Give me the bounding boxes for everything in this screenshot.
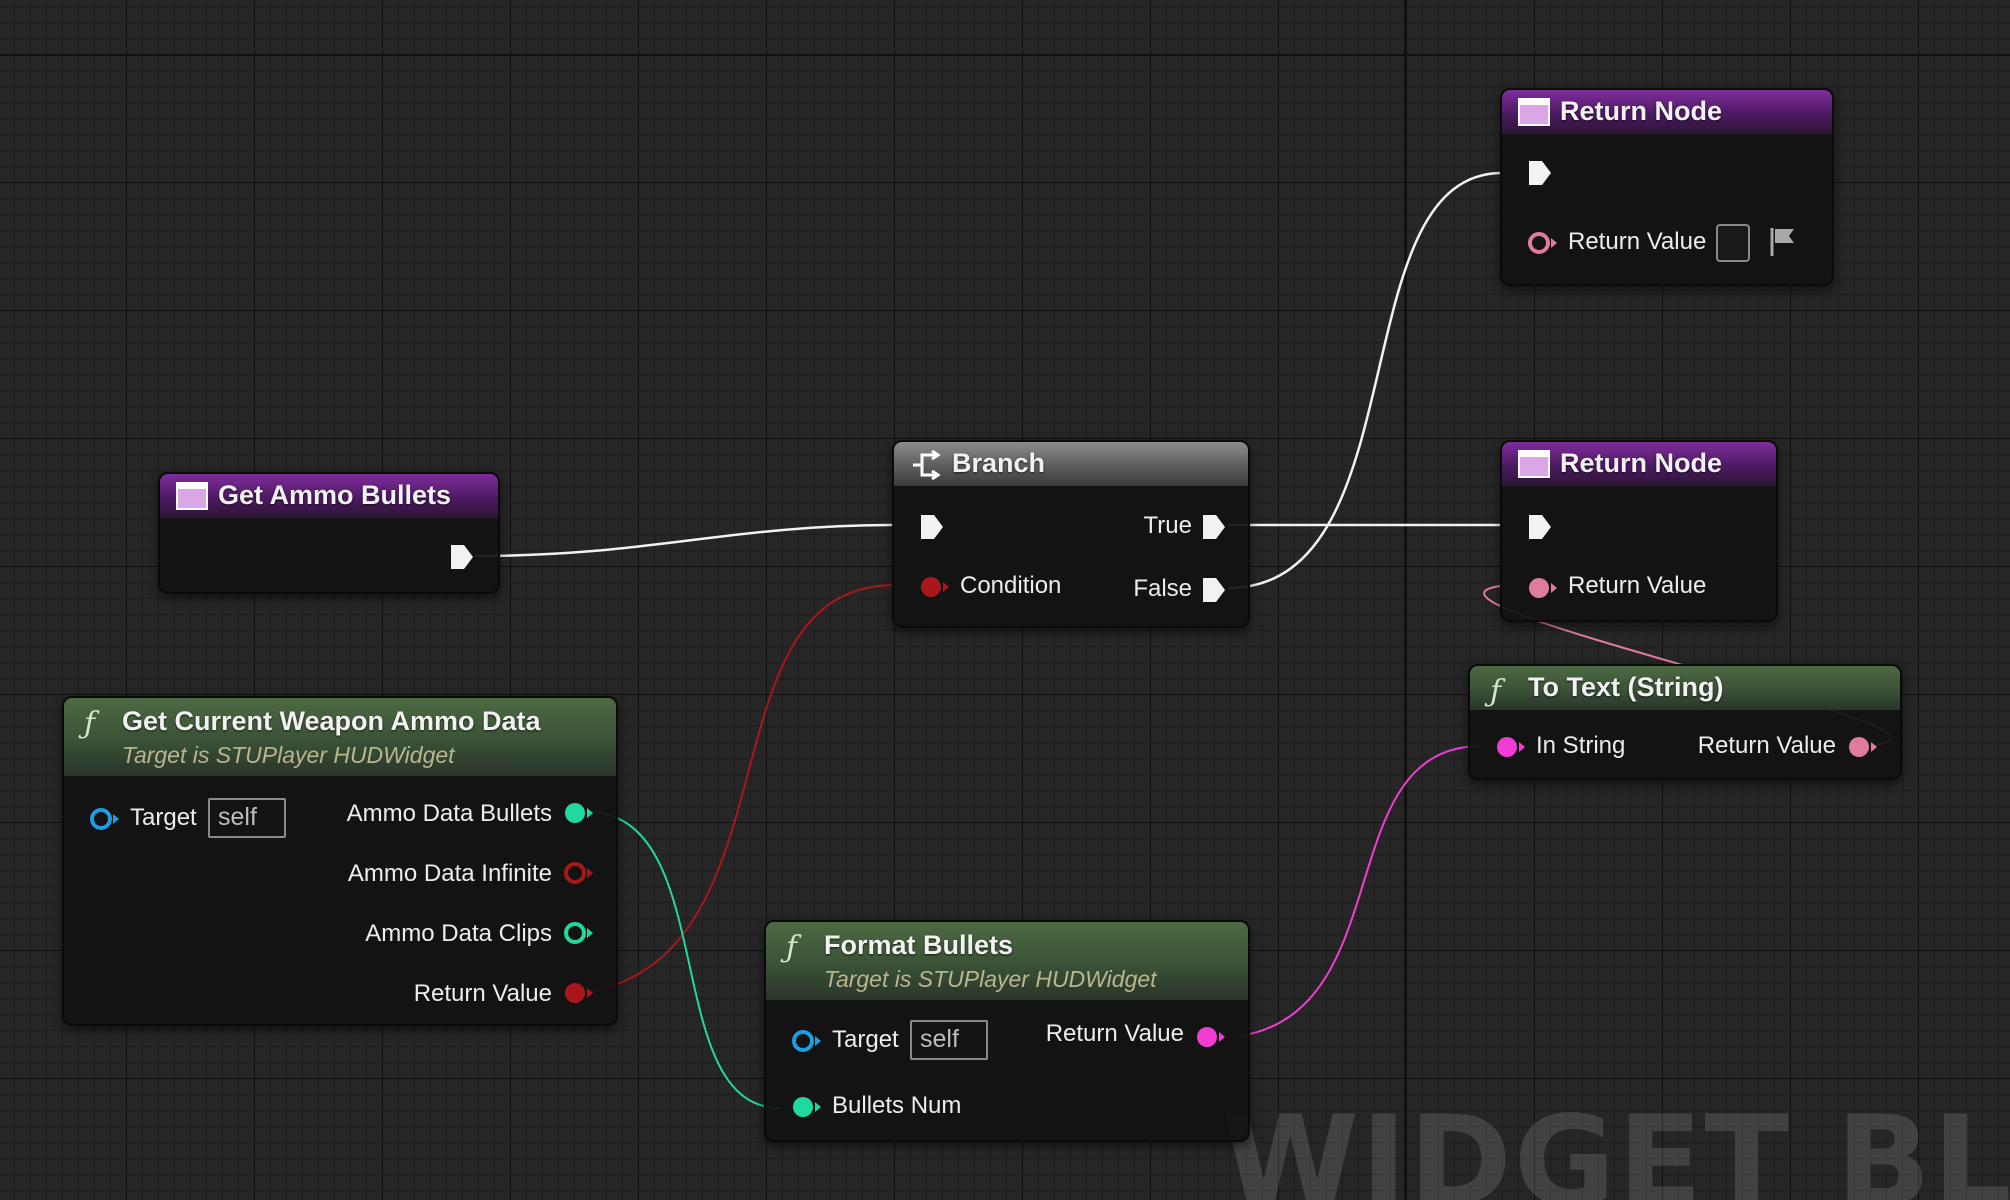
exec-input-pin[interactable]	[1526, 512, 1554, 542]
string-wire-format-to-in-string	[1239, 745, 1481, 1037]
node-header: Get Ammo Bullets	[160, 474, 498, 518]
exec-wire-entry-to-branch	[474, 523, 896, 558]
return-value-label: Return Value	[1568, 572, 1707, 599]
node-subtitle: Target is STUPlayer HUDWidget	[824, 966, 1157, 992]
ammo-data-bullets-pin[interactable]	[562, 800, 596, 826]
function-entry-icon	[176, 482, 208, 510]
function-result-icon	[1518, 98, 1550, 126]
bullets-num-int-pin[interactable]	[790, 1094, 824, 1120]
branch-node[interactable]: Branch True Condition False	[892, 440, 1250, 628]
node-header: Branch	[894, 442, 1248, 486]
target-pin-label: Target	[832, 1026, 899, 1053]
graph-origin-vertical-line	[1404, 0, 1406, 1200]
function-icon: ƒ	[84, 706, 96, 741]
condition-bool-pin[interactable]	[918, 574, 952, 600]
false-pin-label: False	[1133, 575, 1192, 602]
node-header: ƒ To Text (String)	[1470, 666, 1900, 710]
ammo-data-infinite-label: Ammo Data Infinite	[347, 860, 552, 887]
target-object-pin[interactable]	[790, 1028, 824, 1054]
function-result-icon	[1518, 450, 1550, 478]
format-bullets-node[interactable]: ƒ Format Bullets Target is STUPlayer HUD…	[764, 920, 1250, 1142]
ammo-data-bullets-label: Ammo Data Bullets	[346, 800, 552, 827]
int-wire-bullets-to-bullets-num	[591, 811, 781, 1109]
node-header: ƒ Get Current Weapon Ammo Data Target is…	[64, 698, 616, 776]
return-value-text-field[interactable]	[1716, 224, 1750, 262]
target-object-pin[interactable]	[88, 806, 122, 832]
target-pin-label: Target	[130, 804, 197, 831]
blueprint-graph-canvas[interactable]: WIDGET BLUEPRINT Get Ammo Bullets ƒ Get …	[0, 0, 2010, 1200]
get-ammo-bullets-node[interactable]: Get Ammo Bullets	[158, 472, 500, 594]
ammo-data-infinite-pin[interactable]	[562, 860, 596, 886]
node-title: To Text (String)	[1528, 672, 1724, 702]
return-value-label: Return Value	[1045, 1020, 1184, 1047]
node-header: Return Node	[1502, 442, 1776, 486]
localization-flag-icon[interactable]	[1768, 226, 1798, 258]
get-current-weapon-ammo-data-node[interactable]: ƒ Get Current Weapon Ammo Data Target is…	[62, 696, 618, 1026]
branch-icon	[913, 450, 941, 480]
to-text-string-node[interactable]: ƒ To Text (String) In String Return Valu…	[1468, 664, 1902, 780]
bullets-num-label: Bullets Num	[832, 1092, 962, 1119]
true-pin-label: True	[1143, 512, 1192, 539]
target-self-field[interactable]: self	[910, 1020, 988, 1060]
node-title: Return Node	[1560, 448, 1722, 478]
in-string-label: In String	[1536, 732, 1626, 759]
ammo-data-clips-label: Ammo Data Clips	[365, 920, 552, 947]
return-value-text-pin[interactable]	[1846, 734, 1880, 760]
function-icon: ƒ	[786, 930, 798, 965]
false-exec-output-pin[interactable]	[1200, 575, 1228, 605]
return-value-label: Return Value	[413, 980, 552, 1007]
node-title: Get Current Weapon Ammo Data	[122, 706, 541, 736]
return-value-bool-pin[interactable]	[562, 980, 596, 1006]
function-icon: ƒ	[1490, 674, 1502, 709]
return-value-label: Return Value	[1568, 228, 1707, 255]
node-header: ƒ Format Bullets Target is STUPlayer HUD…	[766, 922, 1248, 1000]
in-string-pin[interactable]	[1494, 734, 1528, 760]
return-value-string-pin[interactable]	[1194, 1024, 1228, 1050]
target-self-field[interactable]: self	[208, 798, 286, 838]
true-exec-output-pin[interactable]	[1200, 512, 1228, 542]
ammo-data-clips-pin[interactable]	[562, 920, 596, 946]
graph-type-watermark: WIDGET BLUEPRINT	[1222, 1090, 2010, 1200]
node-title: Return Node	[1560, 96, 1722, 126]
return-value-label: Return Value	[1697, 732, 1836, 759]
exec-input-pin[interactable]	[1526, 158, 1554, 188]
exec-wire-false-to-return-top	[1227, 171, 1503, 590]
node-subtitle: Target is STUPlayer HUDWidget	[122, 742, 455, 768]
node-header: Return Node	[1502, 90, 1832, 134]
return-node-top[interactable]: Return Node Return Value	[1500, 88, 1834, 286]
return-node-mid[interactable]: Return Node Return Value	[1500, 440, 1778, 622]
condition-pin-label: Condition	[960, 572, 1062, 599]
graph-origin-horizontal-line	[0, 54, 2010, 56]
return-value-text-pin[interactable]	[1526, 230, 1560, 256]
node-title: Format Bullets	[824, 930, 1014, 960]
exec-input-pin[interactable]	[918, 512, 946, 542]
exec-output-pin[interactable]	[448, 542, 476, 572]
node-title: Branch	[952, 448, 1046, 478]
node-title: Get Ammo Bullets	[218, 480, 452, 510]
return-value-text-pin[interactable]	[1526, 575, 1560, 601]
